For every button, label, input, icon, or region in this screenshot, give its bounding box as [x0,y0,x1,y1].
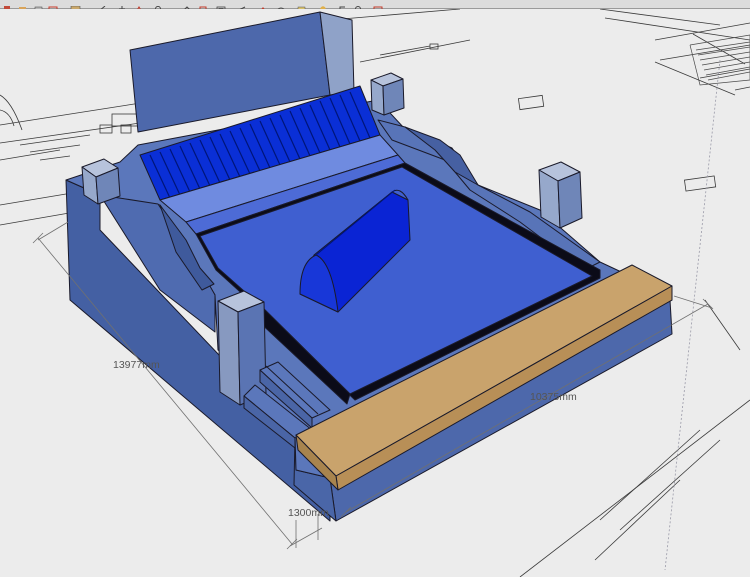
dimension-length-label: 13977mm [113,359,160,371]
protractor-icon[interactable] [276,0,287,13]
toolbar [0,0,750,14]
zoom-icon[interactable] [354,0,365,14]
line-icon[interactable] [70,0,81,13]
offset-icon[interactable] [216,0,227,13]
model-canvas[interactable]: 13977mm 10375mm 1300mm [0,8,750,577]
dimension-width-label: 10375mm [530,391,577,403]
select-icon[interactable] [2,0,13,12]
scale-icon[interactable] [198,0,209,13]
post-back-left [81,158,121,205]
pan-icon[interactable] [337,0,348,12]
move-icon[interactable] [117,0,128,12]
tape-measure-icon[interactable] [236,0,247,12]
push-pull-icon[interactable] [134,0,145,13]
model-viewport[interactable]: 13977mm 10375mm 1300mm [0,8,750,577]
post-right [538,161,583,229]
rectangle-icon[interactable] [48,0,59,13]
arc-icon[interactable] [96,0,107,13]
eraser-icon[interactable] [17,0,28,12]
post-back-right [370,72,405,116]
follow-me-icon[interactable] [182,0,193,12]
text-icon[interactable] [296,0,307,13]
sketchup-window: 13977mm 10375mm 1300mm [0,0,750,577]
orbit-icon[interactable] [318,0,329,12]
dimension-icon[interactable] [258,0,269,11]
rotate-icon[interactable] [153,0,164,13]
paint-bucket-icon[interactable] [33,0,44,13]
zoom-extents-icon[interactable] [373,0,384,13]
dimension-step-label: 1300mm [288,507,329,519]
